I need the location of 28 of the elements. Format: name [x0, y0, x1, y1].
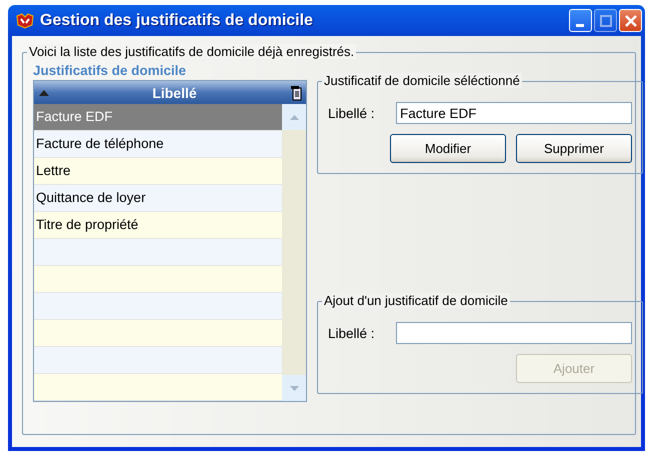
- scroll-down-icon[interactable]: [290, 386, 298, 390]
- sort-arrow-icon: [39, 90, 49, 96]
- scroll-up-icon[interactable]: [290, 114, 298, 120]
- group-legend: Justificatif de domicile séléctionné: [322, 73, 522, 88]
- maximize-icon: [600, 14, 612, 26]
- column-picker-icon[interactable]: [290, 84, 302, 100]
- column-header[interactable]: Libellé: [34, 81, 306, 104]
- field-label: Libellé :: [328, 106, 376, 120]
- close-button[interactable]: [619, 9, 642, 32]
- group-legend: Ajout d'un justificatif de domicile: [322, 293, 510, 308]
- action-button[interactable]: Modifier: [390, 134, 506, 163]
- label-field[interactable]: [396, 322, 632, 344]
- action-button[interactable]: Supprimer: [516, 134, 632, 163]
- list-row[interactable]: Quittance de loyer: [34, 185, 282, 212]
- list-row[interactable]: Facture EDF: [34, 104, 282, 131]
- group-legend: Voici la liste des justificatifs de domicile déjà enregistrés.: [27, 44, 356, 59]
- list-row[interactable]: Facture de téléphone: [34, 131, 282, 158]
- window-title: Gestion des justificatifs de domicile: [40, 12, 314, 30]
- table-title: Justificatifs de domicile: [33, 63, 188, 78]
- list-row[interactable]: Lettre: [34, 158, 282, 185]
- minimize-button[interactable]: [569, 9, 592, 32]
- minimize-icon: [576, 24, 584, 26]
- field-label: Libellé :: [328, 326, 376, 340]
- list-row[interactable]: Titre de propriété: [34, 212, 282, 239]
- scrollbar[interactable]: [282, 104, 306, 401]
- label-field[interactable]: Facture EDF: [396, 102, 632, 124]
- close-icon: [624, 14, 636, 26]
- app-icon: [16, 12, 34, 28]
